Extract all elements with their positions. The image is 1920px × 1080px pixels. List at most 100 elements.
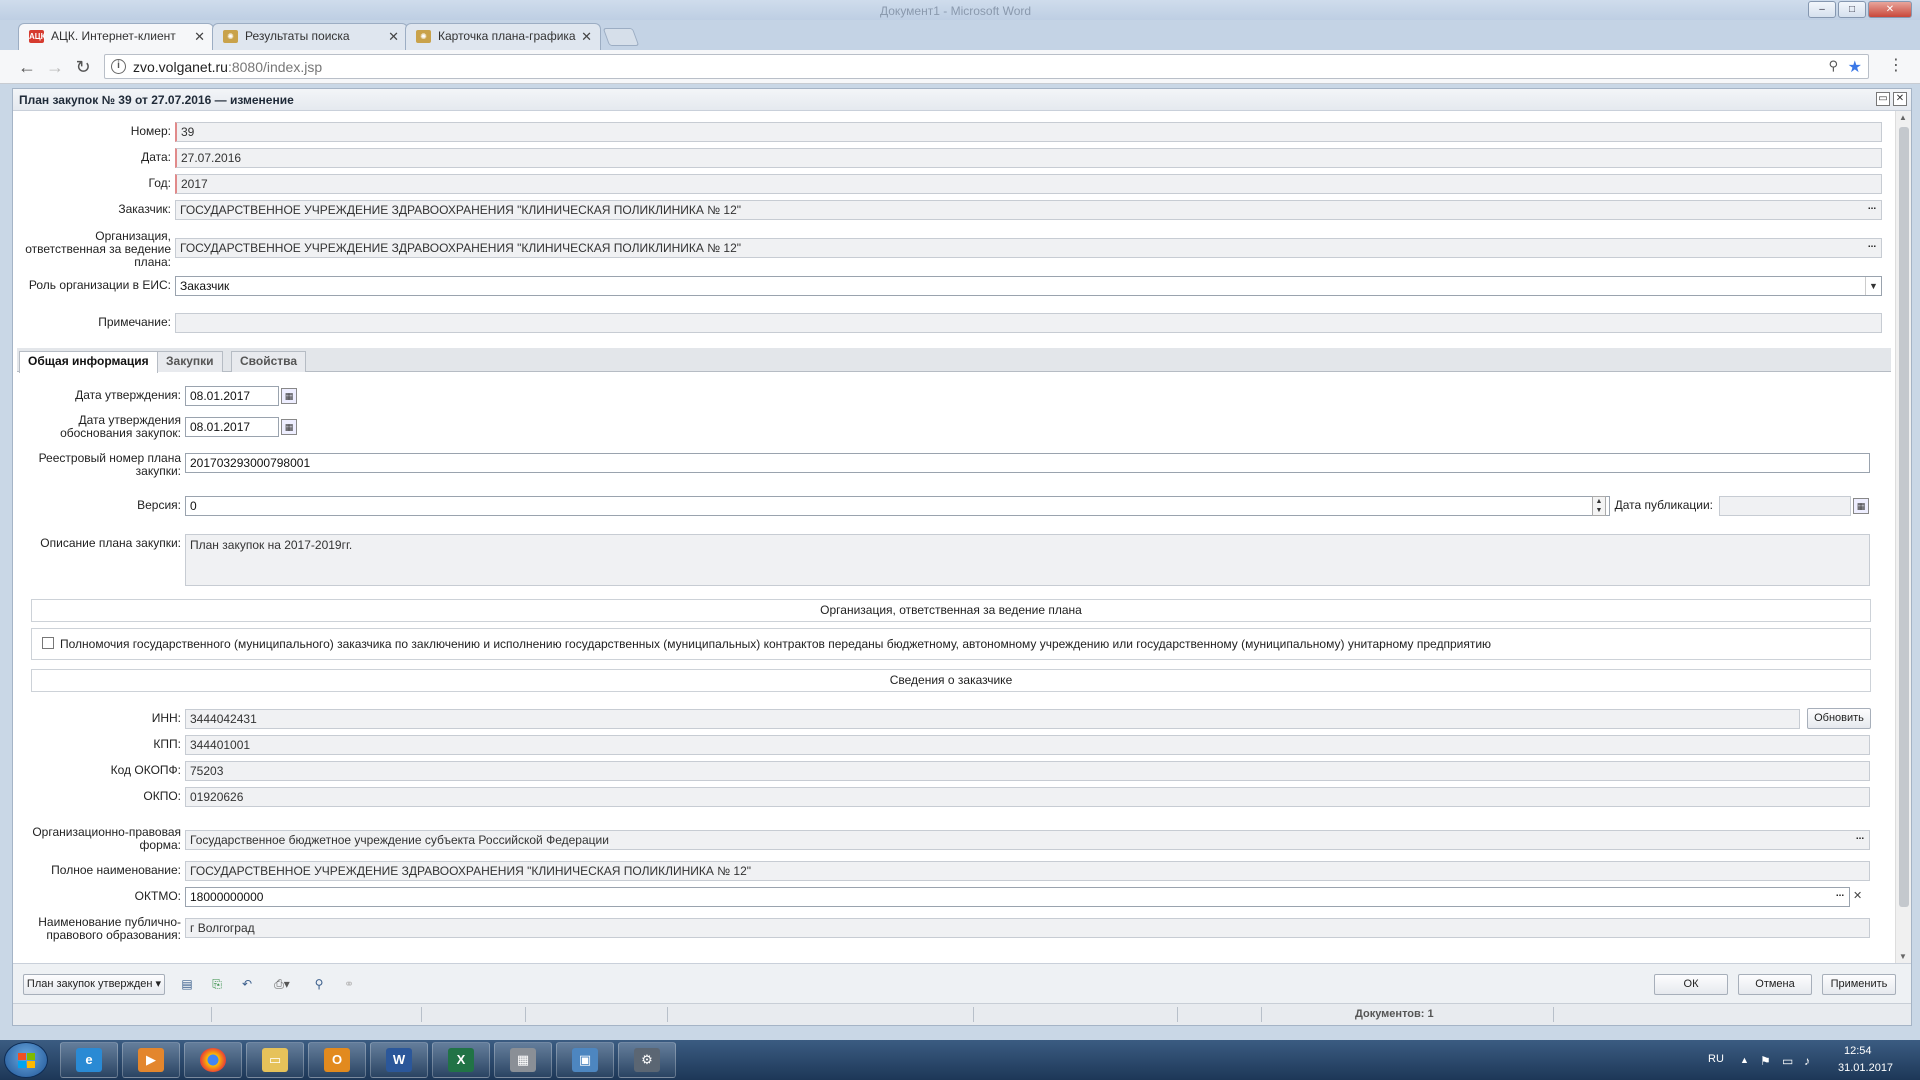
show-hidden-icons-icon[interactable]: ▲ xyxy=(1740,1055,1749,1065)
browser-tab-search-results[interactable]: ✺ Результаты поиска ✕ xyxy=(212,23,408,50)
apply-button[interactable]: Применить xyxy=(1822,974,1896,995)
media-player-icon: ▶ xyxy=(138,1048,164,1072)
attachment-icon[interactable]: ⚲ xyxy=(309,975,329,993)
taskbar-network-tool[interactable]: ⚙ xyxy=(618,1042,676,1078)
clock-time[interactable]: 12:54 xyxy=(1844,1045,1872,1057)
ellipsis-icon[interactable]: ... xyxy=(1865,202,1879,216)
publication-date-field[interactable] xyxy=(1719,496,1851,516)
tab-properties[interactable]: Свойства xyxy=(231,351,307,372)
calendar-icon[interactable]: ▦ xyxy=(281,419,297,435)
date-label: Дата: xyxy=(141,150,171,164)
clock-date[interactable]: 31.01.2017 xyxy=(1838,1062,1893,1074)
responsible-org-field[interactable]: ГОСУДАРСТВЕННОЕ УЧРЕЖДЕНИЕ ЗДРАВООХРАНЕН… xyxy=(175,238,1882,258)
link-icon[interactable]: ⚭ xyxy=(339,975,359,993)
language-indicator[interactable]: RU xyxy=(1708,1053,1724,1065)
municipality-field[interactable]: г Волгоград xyxy=(185,918,1870,938)
status-separator xyxy=(421,1007,422,1022)
ellipsis-icon[interactable]: ... xyxy=(1853,832,1867,846)
window-titlebar: Документ1 - Microsoft Word – □ ✕ xyxy=(0,0,1920,22)
undo-icon[interactable]: ↶ xyxy=(237,975,257,993)
inn-field[interactable]: 3444042431 xyxy=(185,709,1800,729)
version-spinner[interactable]: ▲ ▼ xyxy=(1592,496,1606,516)
taskbar-explorer[interactable]: ▭ xyxy=(246,1042,304,1078)
approval-date-field[interactable]: 08.01.2017 xyxy=(185,386,279,406)
reload-icon[interactable]: ↻ xyxy=(72,56,94,78)
new-tab-button[interactable] xyxy=(602,28,640,46)
close-tab-icon[interactable]: ✕ xyxy=(194,24,205,49)
taskbar-outlook[interactable]: O xyxy=(308,1042,366,1078)
close-tab-icon[interactable]: ✕ xyxy=(388,24,399,49)
eis-role-select[interactable]: Заказчик ▼ xyxy=(175,276,1882,296)
number-field[interactable]: 39 xyxy=(175,122,1882,142)
form-tabs: Общая информация Закупки Свойства xyxy=(17,348,1891,373)
tab-general[interactable]: Общая информация xyxy=(19,351,158,373)
restore-icon[interactable]: ▭ xyxy=(1876,92,1890,106)
year-field[interactable]: 2017 xyxy=(175,174,1882,194)
taskbar-media-player[interactable]: ▶ xyxy=(122,1042,180,1078)
calendar-icon[interactable]: ▦ xyxy=(281,388,297,404)
kpp-field[interactable]: 344401001 xyxy=(185,735,1870,755)
calendar-icon[interactable]: ▦ xyxy=(1853,498,1869,514)
legal-form-field[interactable]: Государственное бюджетное учреждение суб… xyxy=(185,830,1870,850)
refresh-button[interactable]: Обновить xyxy=(1807,708,1871,729)
justification-date-field[interactable]: 08.01.2017 xyxy=(185,417,279,437)
full-name-field[interactable]: ГОСУДАРСТВЕННОЕ УЧРЕЖДЕНИЕ ЗДРАВООХРАНЕН… xyxy=(185,861,1870,881)
taskbar-chrome[interactable] xyxy=(184,1042,242,1078)
document-icon[interactable]: ▤ xyxy=(177,975,197,993)
oktmo-field[interactable]: 18000000000 ... xyxy=(185,887,1850,907)
customer-field[interactable]: ГОСУДАРСТВЕННОЕ УЧРЕЖДЕНИЕ ЗДРАВООХРАНЕН… xyxy=(175,200,1882,220)
site-info-icon[interactable]: i xyxy=(111,59,126,74)
browser-tab-ack[interactable]: АЦК АЦК. Интернет-клиент ✕ xyxy=(18,23,214,50)
ok-button[interactable]: ОК xyxy=(1654,974,1728,995)
minimize-button[interactable]: – xyxy=(1808,1,1836,18)
address-bar[interactable]: i zvo.volganet.ru:8080/index.jsp ⚲ ★ xyxy=(104,54,1869,79)
print-icon[interactable]: ⎙▾ xyxy=(267,975,297,993)
taskbar-word[interactable]: W xyxy=(370,1042,428,1078)
date-field[interactable]: 27.07.2016 xyxy=(175,148,1882,168)
authority-checkbox[interactable] xyxy=(42,637,54,649)
scroll-thumb[interactable] xyxy=(1899,127,1909,907)
form-scrollbar[interactable]: ▲ ▼ xyxy=(1895,111,1911,963)
clear-icon[interactable]: ✕ xyxy=(1853,889,1862,902)
cancel-button[interactable]: Отмена xyxy=(1738,974,1812,995)
copy-document-icon[interactable]: ⎘ xyxy=(207,975,227,993)
taskbar-calculator[interactable]: ▦ xyxy=(494,1042,552,1078)
bookmark-star-icon[interactable]: ★ xyxy=(1848,57,1862,77)
note-field[interactable] xyxy=(175,313,1882,333)
chevron-down-icon[interactable]: ▼ xyxy=(1865,277,1881,295)
volume-icon[interactable]: ♪ xyxy=(1804,1054,1810,1068)
close-window-button[interactable]: ✕ xyxy=(1868,1,1912,18)
okopf-label: Код ОКОПФ: xyxy=(110,763,181,777)
close-icon[interactable]: ✕ xyxy=(1893,92,1907,106)
okpo-field[interactable]: 01920626 xyxy=(185,787,1870,807)
forward-arrow-icon[interactable]: → xyxy=(44,56,66,78)
ellipsis-icon[interactable]: ... xyxy=(1865,240,1879,254)
browser-tab-label: АЦК. Интернет-клиент xyxy=(51,29,176,43)
okopf-field[interactable]: 75203 xyxy=(185,761,1870,781)
status-separator xyxy=(1553,1007,1554,1022)
tab-purchases[interactable]: Закупки xyxy=(157,351,223,372)
close-tab-icon[interactable]: ✕ xyxy=(581,24,592,49)
browser-tab-plan-card[interactable]: ✺ Карточка плана-графика ✕ xyxy=(405,23,601,50)
municipality-label: Наименование публично-правового образова… xyxy=(38,915,181,942)
maximize-button[interactable]: □ xyxy=(1838,1,1866,18)
status-dropdown[interactable]: План закупок утвержден ▾ xyxy=(23,974,165,995)
taskbar-remote-desktop[interactable]: ▣ xyxy=(556,1042,614,1078)
start-button[interactable] xyxy=(4,1042,48,1078)
window-title: Документ1 - Microsoft Word xyxy=(880,4,1032,18)
back-arrow-icon[interactable]: ← xyxy=(16,56,38,78)
description-field[interactable]: План закупок на 2017-2019гг. xyxy=(185,534,1870,586)
action-center-flag-icon[interactable]: ⚑ xyxy=(1760,1054,1771,1068)
windows-logo-icon xyxy=(18,1053,35,1068)
registry-number-field[interactable]: 201703293000798001 xyxy=(185,453,1870,473)
taskbar-internet-explorer[interactable]: e xyxy=(60,1042,118,1078)
scroll-up-icon[interactable]: ▲ xyxy=(1899,113,1907,122)
key-icon[interactable]: ⚲ xyxy=(1828,58,1838,74)
browser-menu-icon[interactable]: ⋮ xyxy=(1888,58,1904,74)
ellipsis-icon[interactable]: ... xyxy=(1833,889,1847,903)
scroll-down-icon[interactable]: ▼ xyxy=(1899,952,1907,961)
version-field[interactable]: 0 xyxy=(185,496,1610,516)
taskbar-excel[interactable]: X xyxy=(432,1042,490,1078)
authority-checkbox-row: Полномочия государственного (муниципальн… xyxy=(31,628,1871,660)
network-icon[interactable]: ▭ xyxy=(1782,1054,1793,1068)
